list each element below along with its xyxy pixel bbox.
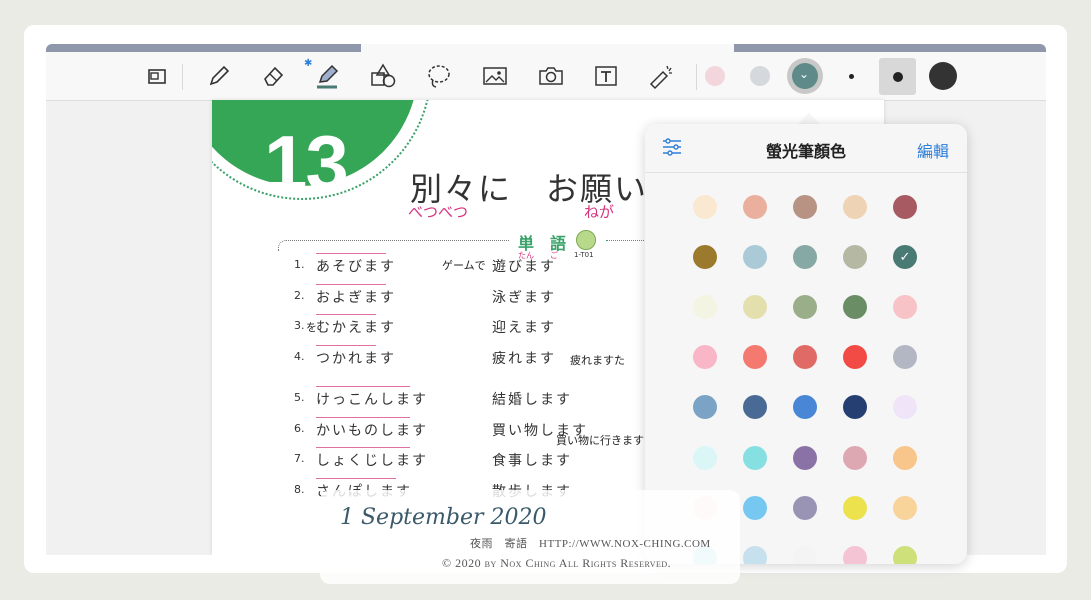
vocab-word: およぎます	[316, 284, 396, 307]
vocab-number: 8.	[294, 483, 305, 496]
chevron-down-icon: ⌄	[799, 67, 810, 81]
thumbnails-icon[interactable]	[142, 62, 172, 90]
lesson-number: 13	[264, 119, 349, 207]
color-swatch[interactable]	[843, 496, 867, 520]
size-large[interactable]	[929, 62, 957, 90]
color-swatch[interactable]	[843, 345, 867, 369]
color-swatch[interactable]	[893, 395, 917, 419]
vocab-kanji: 迎えます	[492, 320, 556, 336]
title-furigana-2: ねが	[584, 203, 615, 221]
vocab-word: しょくじします	[316, 447, 428, 470]
vocab-number: 3.	[294, 319, 305, 332]
vocab-number: 6.	[294, 422, 305, 435]
color-swatch[interactable]	[793, 345, 817, 369]
vocab-kanji: 遊びます	[492, 259, 556, 275]
color-swatch[interactable]	[843, 295, 867, 319]
shapes-icon[interactable]	[368, 62, 398, 90]
vocab-kanji: 食事します	[492, 453, 572, 469]
handwritten-note: ゲームで	[442, 259, 486, 272]
watermark-line: 夜雨 寄語 HTTP://WWW.NOX-CHING.COM	[470, 538, 711, 550]
size-small[interactable]	[849, 74, 854, 79]
quick-color-selected: ⌄	[792, 63, 818, 89]
color-swatch[interactable]	[693, 446, 717, 470]
color-swatch[interactable]	[693, 245, 717, 269]
watermark-copyright: © 2020 by Nox Ching All Rights Reserved.	[442, 556, 672, 570]
eraser-icon[interactable]	[259, 62, 289, 90]
vocab-kanji: 結婚します	[492, 392, 572, 408]
quick-color-selected-ring[interactable]: ⌄	[787, 58, 823, 94]
handwritten-note: 買い物に行きます	[556, 434, 644, 447]
pen-icon[interactable]	[204, 62, 234, 90]
color-swatch[interactable]	[693, 345, 717, 369]
color-swatch[interactable]	[893, 446, 917, 470]
color-swatch[interactable]	[893, 345, 917, 369]
color-swatch[interactable]	[893, 496, 917, 520]
color-swatch[interactable]	[743, 395, 767, 419]
color-swatch[interactable]	[743, 195, 767, 219]
color-swatch[interactable]	[793, 245, 817, 269]
vocab-number: 4.	[294, 350, 305, 363]
vocab-word: むかえます	[316, 314, 396, 337]
color-swatch[interactable]	[893, 195, 917, 219]
vocab-number: 5.	[294, 391, 305, 404]
color-swatch[interactable]	[693, 195, 717, 219]
color-swatch[interactable]	[793, 395, 817, 419]
handwritten-note: 疲れますた	[570, 354, 625, 367]
textbox-icon[interactable]	[591, 62, 621, 90]
camera-icon[interactable]	[536, 62, 566, 90]
vocab-word: けっこんします	[316, 386, 428, 409]
track-label: 1-T01	[574, 251, 594, 259]
vocab-kanji: 泳ぎます	[492, 290, 556, 306]
vocab-number: 2.	[294, 289, 305, 302]
vocab-word: かいものします	[316, 417, 428, 440]
laser-pointer-icon[interactable]	[646, 62, 676, 90]
color-swatch[interactable]	[843, 446, 867, 470]
color-swatch[interactable]	[843, 245, 867, 269]
quick-color-pink[interactable]	[705, 66, 725, 86]
color-swatch[interactable]	[743, 295, 767, 319]
color-swatch[interactable]	[743, 345, 767, 369]
color-swatch[interactable]	[693, 395, 717, 419]
edit-button[interactable]: 編輯	[917, 138, 949, 162]
color-swatch[interactable]: ✓	[893, 245, 917, 269]
color-swatch[interactable]	[843, 395, 867, 419]
image-icon[interactable]	[480, 62, 510, 90]
color-swatch[interactable]	[743, 245, 767, 269]
color-swatch[interactable]	[793, 496, 817, 520]
title-furigana-1: べつべつ	[408, 203, 469, 221]
color-swatch[interactable]	[743, 546, 767, 564]
color-swatch[interactable]	[793, 295, 817, 319]
color-swatch[interactable]	[793, 195, 817, 219]
vocab-word: あそびます	[316, 253, 396, 276]
color-swatch[interactable]	[843, 195, 867, 219]
color-swatch[interactable]	[843, 546, 867, 564]
color-swatch[interactable]	[893, 295, 917, 319]
color-swatch[interactable]	[693, 295, 717, 319]
vocab-word: つかれます	[316, 345, 396, 368]
color-swatch[interactable]	[893, 546, 917, 564]
cd-icon[interactable]	[576, 230, 596, 250]
highlighter-icon[interactable]	[312, 62, 342, 90]
vocab-kanji: 疲れます	[492, 351, 556, 367]
watermark-date: 1 September 2020	[340, 505, 547, 530]
toolbar: ✱ ⌄	[46, 44, 1046, 101]
size-medium-selected[interactable]	[879, 58, 916, 95]
vocab-number: 7.	[294, 452, 305, 465]
quick-color-gray[interactable]	[750, 66, 770, 86]
lasso-icon[interactable]	[424, 62, 454, 90]
color-swatch[interactable]	[793, 546, 817, 564]
color-swatch[interactable]	[743, 446, 767, 470]
color-swatch[interactable]	[793, 446, 817, 470]
color-swatch[interactable]	[743, 496, 767, 520]
handwritten-note: を	[306, 321, 317, 334]
popover-header: 螢光筆顏色 編輯	[645, 124, 967, 173]
vocab-number: 1.	[294, 258, 305, 271]
checkmark-icon: ✓	[899, 249, 911, 265]
